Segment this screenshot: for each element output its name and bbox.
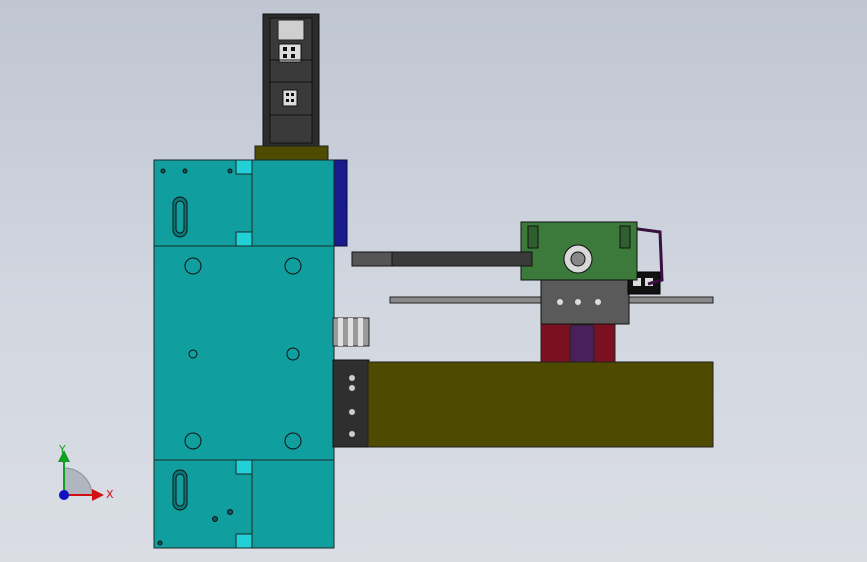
teal-plate-assembly: [153, 159, 335, 549]
gripper-center-slot: [277, 19, 305, 41]
x-axis-arrowhead: [92, 489, 104, 501]
gray-carriage: [540, 279, 630, 325]
gripper-connector: [278, 43, 302, 63]
cyan-spacer-bottom: [235, 459, 253, 475]
cyan-spacer-mid: [235, 231, 253, 247]
top-gripper-assembly: [254, 13, 329, 163]
cyan-spacer-base: [235, 533, 253, 549]
y-axis-label: Y: [58, 443, 66, 456]
gripper-connector-2: [282, 89, 298, 107]
shaft-coupling: [332, 317, 370, 347]
right-mechanism: [351, 221, 714, 363]
x-axis-label: X: [106, 488, 114, 501]
cad-viewport[interactable]: [0, 0, 867, 562]
coordinate-triad: Y X: [58, 443, 114, 501]
cyan-spacer-top: [235, 159, 253, 175]
purple-cylinder: [569, 324, 595, 363]
motor-body: [367, 361, 714, 448]
navy-bracket: [332, 159, 348, 247]
middle-teal-plate: [153, 245, 335, 461]
z-axis-origin: [59, 490, 69, 500]
triad-arc: [63, 467, 93, 496]
horizontal-motor: [332, 359, 714, 448]
